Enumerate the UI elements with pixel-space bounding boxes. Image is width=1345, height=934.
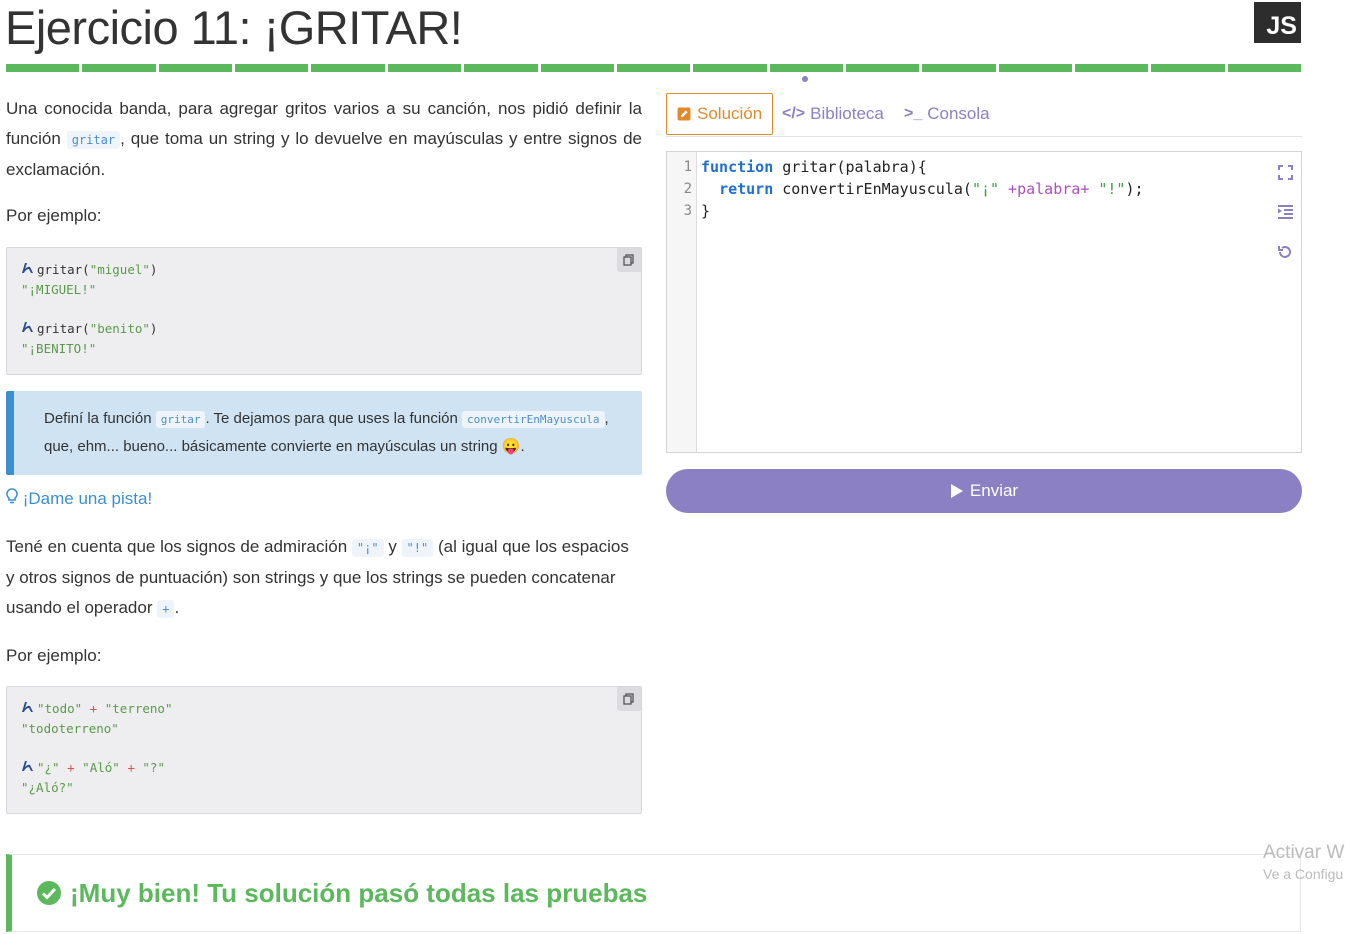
prompt-icon	[21, 758, 37, 778]
copy-icon	[623, 693, 634, 705]
example-label: Por ejemplo:	[6, 646, 102, 665]
indent-icon[interactable]	[1275, 202, 1295, 222]
hint-link[interactable]: ¡Dame una pista!	[6, 488, 152, 509]
tab-biblioteca[interactable]: </> Biblioteca	[782, 93, 884, 135]
progress-segment[interactable]	[998, 64, 1073, 72]
code-line: "¿" + "Aló" + "?"	[21, 758, 627, 778]
hint-paragraph: Tené en cuenta que los signos de admirac…	[6, 537, 629, 618]
activation-watermark: Activar W Ve a Configu	[1263, 842, 1345, 882]
exercise-description: Una conocida banda, para agregar gritos …	[6, 94, 642, 231]
code-text[interactable]: function gritar(palabra){ return convert…	[701, 156, 1144, 222]
progress-segment[interactable]	[1075, 64, 1149, 72]
language-badge: JS	[1254, 2, 1301, 43]
progress-segment[interactable]	[6, 64, 80, 72]
example-label: Por ejemplo:	[6, 206, 102, 225]
progress-segment[interactable]	[464, 64, 538, 72]
tip-box: Definí la función gritar. Te dejamos par…	[6, 391, 642, 475]
intro-paragraph: Una conocida banda, para agregar gritos …	[6, 99, 642, 179]
tab-solucion[interactable]: Solución	[666, 93, 774, 135]
progress-segment[interactable]	[540, 64, 614, 72]
lightbulb-icon	[6, 488, 23, 508]
progress-segment[interactable]	[616, 64, 691, 72]
progress-segment[interactable]	[1151, 64, 1225, 72]
code-icon: </>	[782, 105, 806, 122]
copy-icon	[623, 254, 634, 266]
tab-consola[interactable]: >_ Consola	[904, 93, 990, 135]
reset-icon[interactable]	[1275, 242, 1295, 262]
editor-tabs: Solución </> Biblioteca >_ Consola	[666, 93, 1302, 137]
emoji: 😛	[501, 438, 521, 455]
line-numbers: 1 2 3	[667, 152, 697, 452]
progress-segment[interactable]	[845, 64, 920, 72]
code-line: gritar("benito")	[21, 319, 627, 339]
code-line: "todo" + "terreno"	[21, 699, 627, 719]
code-line: gritar("miguel")	[21, 260, 627, 280]
progress-segment[interactable]	[1227, 64, 1302, 72]
copy-button[interactable]	[617, 687, 641, 711]
edit-icon	[677, 107, 691, 121]
code-result: "¡BENITO!"	[21, 341, 97, 356]
page-title: Ejercicio 11: ¡GRITAR!	[5, 1, 463, 54]
success-banner: ¡Muy bien! Tu solución pasó todas las pr…	[6, 854, 1301, 932]
submit-button[interactable]: Enviar	[666, 469, 1302, 513]
check-circle-icon	[37, 881, 61, 905]
progress-segment[interactable]	[387, 64, 462, 72]
code-result: "¡MIGUEL!"	[21, 282, 97, 297]
progress-bar	[6, 64, 1302, 72]
fullscreen-icon[interactable]	[1275, 162, 1295, 182]
inline-code: gritar	[66, 131, 121, 149]
progress-segment[interactable]	[158, 64, 233, 72]
code-result: "¿Aló?"	[21, 780, 74, 795]
play-icon	[950, 484, 963, 498]
progress-segment[interactable]	[693, 64, 767, 72]
copy-button[interactable]	[617, 248, 641, 272]
progress-segment[interactable]	[235, 64, 309, 72]
prompt-icon	[21, 319, 37, 339]
example-code-block: gritar("miguel") "¡MIGUEL!" gritar("beni…	[6, 247, 642, 375]
code-editor[interactable]: 1 2 3 function gritar(palabra){ return c…	[666, 151, 1302, 453]
example-code-block: "todo" + "terreno" "todoterreno" "¿" + "…	[6, 686, 642, 814]
code-result: "todoterreno"	[21, 721, 119, 736]
progress-segment[interactable]	[922, 64, 996, 72]
prompt-icon	[21, 699, 37, 719]
progress-segment[interactable]	[82, 64, 156, 72]
hint-content: Tené en cuenta que los signos de admirac…	[6, 532, 642, 671]
prompt-icon	[21, 260, 37, 280]
progress-segment[interactable]	[311, 64, 385, 72]
terminal-icon: >_	[904, 105, 923, 122]
progress-current-indicator	[802, 76, 808, 82]
progress-segment[interactable]	[769, 64, 843, 72]
